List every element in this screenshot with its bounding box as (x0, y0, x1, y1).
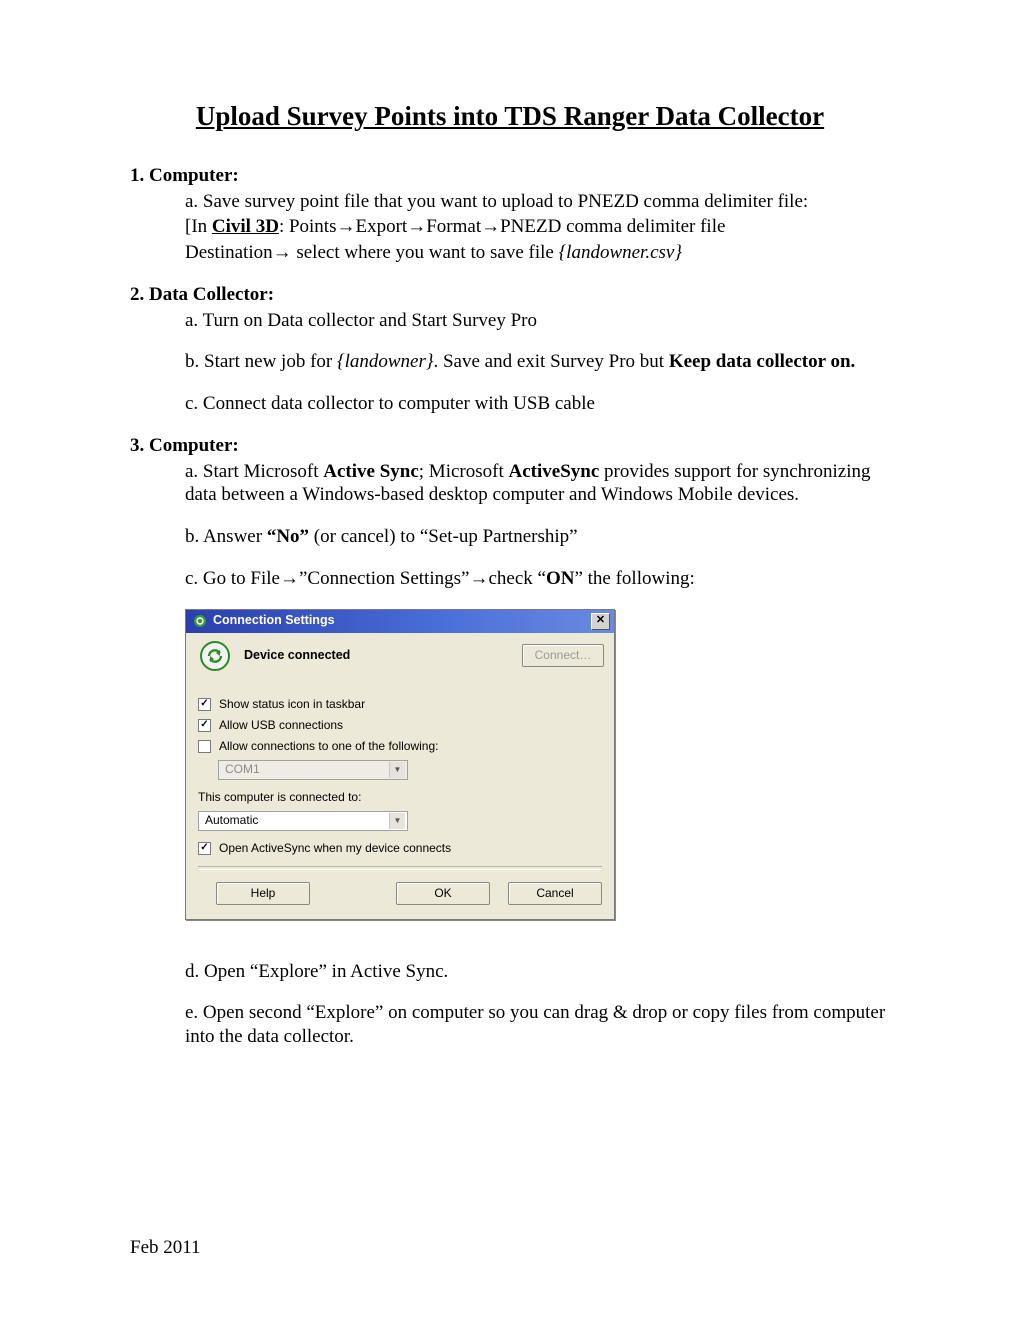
com-value: COM1 (225, 762, 260, 777)
s3-b2: (or cancel) to “Set-up Partnership” (309, 526, 578, 547)
dialog-title: Connection Settings (213, 613, 335, 629)
section-1-head: 1. Computer: (130, 164, 890, 188)
checkbox-open-activesync[interactable] (198, 842, 211, 855)
s1-export: Export (356, 216, 408, 237)
connection-settings-dialog: Connection Settings ✕ Device connected C… (185, 609, 615, 920)
s3-a1: a. Start Microsoft (185, 461, 323, 482)
s2-b-bold: Keep data collector on. (669, 351, 855, 372)
s3-a2: ; Microsoft (419, 461, 509, 482)
connect-button[interactable]: Connect… (522, 644, 604, 667)
s2-landowner: {landowner} (337, 351, 433, 372)
section-3-head: 3. Computer: (130, 434, 890, 458)
arrow-icon: → (280, 568, 299, 589)
com-select[interactable]: COM1 ▼ (218, 760, 408, 780)
close-icon[interactable]: ✕ (591, 613, 610, 630)
label-open-activesync: Open ActiveSync when my device connects (219, 841, 451, 856)
ok-button[interactable]: OK (396, 882, 490, 905)
s3-a: a. Start Microsoft Active Sync; Microsof… (185, 460, 890, 508)
chevron-down-icon: ▼ (389, 813, 405, 829)
document-page: Upload Survey Points into TDS Ranger Dat… (0, 0, 1020, 1320)
s3-d: d. Open “Explore” in Active Sync. (185, 960, 890, 984)
arrow-icon: → (337, 216, 356, 237)
s3-b-no: “No” (267, 526, 309, 547)
row-connected-to: Automatic ▼ (198, 811, 602, 831)
device-connected-label: Device connected (244, 648, 522, 664)
row-allow-conn: Allow connections to one of the followin… (198, 739, 602, 754)
s1-dest: Destination (185, 242, 273, 263)
s1-pnezd: PNEZD comma delimiter file (500, 216, 725, 237)
checkbox-usb[interactable] (198, 719, 211, 732)
s3-c-on: ON (546, 568, 575, 589)
section-2-head: 2. Data Collector: (130, 283, 890, 307)
row-open-activesync: Open ActiveSync when my device connects (198, 841, 602, 856)
activesync-icon (192, 614, 207, 629)
s2-b2: . Save and exit Survey Pro but (433, 351, 668, 372)
divider (198, 866, 602, 870)
s2-a: a. Turn on Data collector and Start Surv… (185, 309, 890, 333)
label-taskbar: Show status icon in taskbar (219, 697, 365, 712)
s1-format: Format (426, 216, 481, 237)
s3-b1: b. Answer (185, 526, 267, 547)
s2-b1: b. Start new job for (185, 351, 337, 372)
s3-activesync2: ActiveSync (509, 461, 600, 482)
s3-b: b. Answer “No” (or cancel) to “Set-up Pa… (185, 525, 890, 549)
s1-dest-rest: select where you want to save file (292, 242, 559, 263)
dialog-titlebar[interactable]: Connection Settings ✕ (186, 610, 614, 633)
checkbox-taskbar[interactable] (198, 698, 211, 711)
s3-c: c. Go to File→”Connection Settings”→chec… (185, 567, 890, 591)
connected-to-select[interactable]: Automatic ▼ (198, 811, 408, 831)
footer-date: Feb 2011 (130, 1236, 201, 1260)
row-usb: Allow USB connections (198, 718, 602, 733)
arrow-icon: → (407, 216, 426, 237)
row-com-select: COM1 ▼ (218, 760, 602, 780)
s1-dest-file: {landowner.csv} (559, 242, 682, 263)
s2-c: c. Connect data collector to computer wi… (185, 392, 890, 416)
s2-b: b. Start new job for {landowner}. Save a… (185, 350, 890, 374)
s1-in-prefix: [In (185, 216, 212, 237)
checkbox-allow-conn[interactable] (198, 740, 211, 753)
dialog-body: Show status icon in taskbar Allow USB co… (186, 685, 614, 919)
row-taskbar: Show status icon in taskbar (198, 697, 602, 712)
s3-c4: ” the following: (574, 568, 694, 589)
s1-a-line3: Destination→ select where you want to sa… (185, 241, 890, 265)
arrow-icon: → (481, 216, 500, 237)
arrow-icon: → (273, 242, 292, 263)
connected-to-label: This computer is connected to: (198, 790, 602, 805)
s3-c3: check “ (488, 568, 545, 589)
page-title: Upload Survey Points into TDS Ranger Dat… (130, 100, 890, 134)
sync-icon (200, 641, 230, 671)
status-row: Device connected Connect… (186, 633, 614, 685)
s1-civil3d: Civil 3D (212, 216, 279, 237)
s3-e: e. Open second “Explore” on computer so … (185, 1001, 890, 1049)
chevron-down-icon: ▼ (389, 762, 405, 778)
s1-a-line1: a. Save survey point file that you want … (185, 190, 890, 214)
s1-a-line2: [In Civil 3D: Points→Export→Format→PNEZD… (185, 215, 890, 239)
s3-activesync1: Active Sync (323, 461, 419, 482)
help-button[interactable]: Help (216, 882, 310, 905)
label-usb: Allow USB connections (219, 718, 343, 733)
s3-c1: c. Go to File (185, 568, 280, 589)
s3-c2: ”Connection Settings” (299, 568, 469, 589)
label-allow-conn: Allow connections to one of the followin… (219, 739, 438, 754)
s1-in-rest: : Points (279, 216, 337, 237)
connected-to-value: Automatic (205, 813, 258, 828)
cancel-button[interactable]: Cancel (508, 882, 602, 905)
dialog-button-row: Help OK Cancel (198, 880, 602, 909)
arrow-icon: → (469, 568, 488, 589)
